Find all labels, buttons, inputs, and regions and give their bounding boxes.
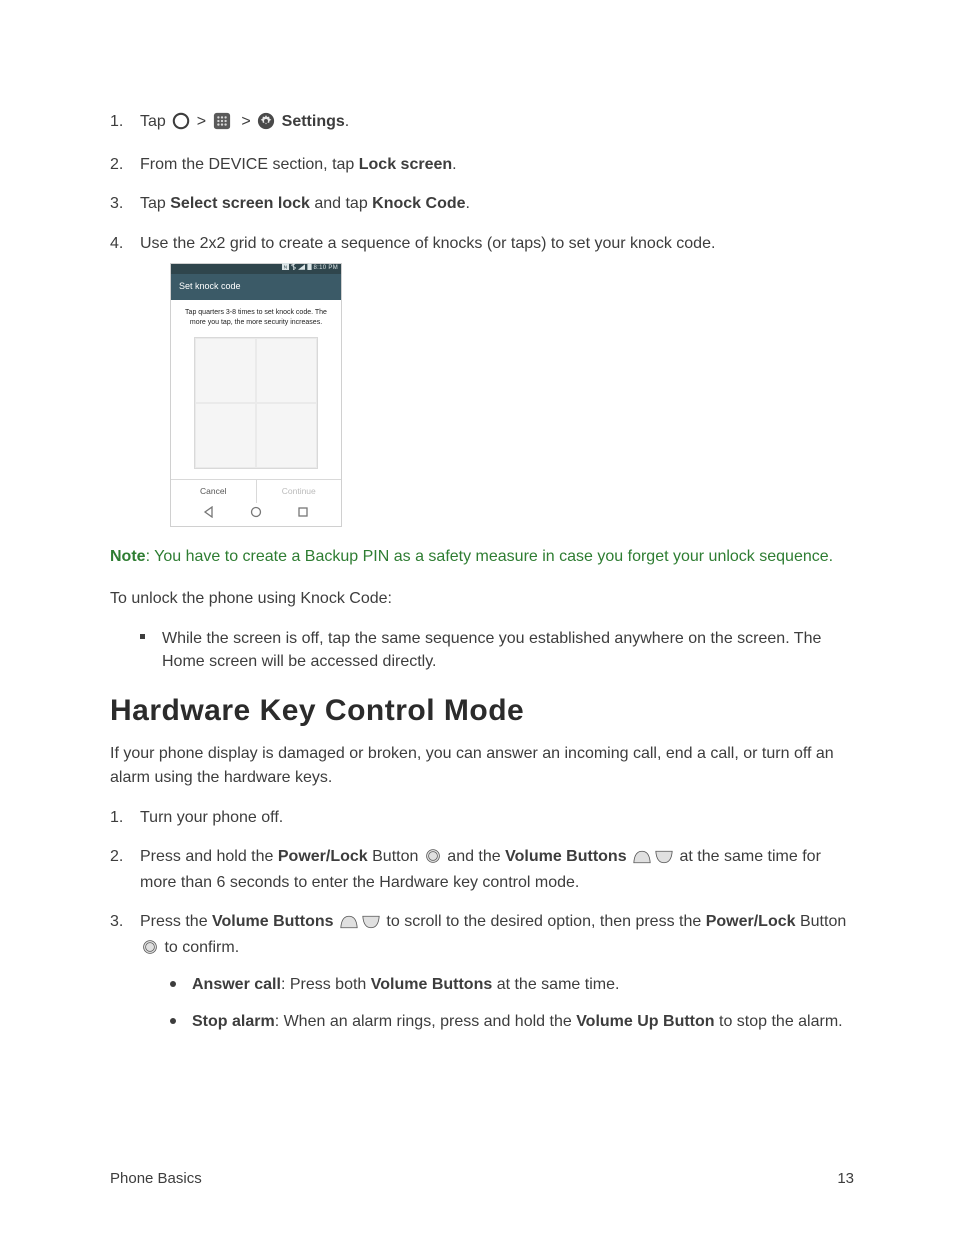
phone-instructions: Tap quarters 3-8 times to set knock code… (171, 300, 341, 334)
volume-down-icon (362, 913, 380, 936)
cancel-button-image: Cancel (171, 480, 257, 502)
lock-screen-label: Lock screen (359, 156, 452, 173)
step-1: Tap > > (110, 110, 854, 137)
step-3-mid: and tap (310, 195, 372, 212)
power-lock-label: Power/Lock (278, 848, 368, 865)
volume-down-icon (655, 848, 673, 871)
power-lock-label-2: Power/Lock (706, 913, 796, 930)
stop-alarm-label: Stop alarm (192, 1013, 275, 1030)
knock-grid-cell (256, 403, 317, 468)
volume-up-icon (340, 913, 358, 936)
unlock-intro: To unlock the phone using Knock Code: (110, 587, 854, 611)
phone-screenshot: N 8:10 PM Set knock code Tap quarters 3-… (170, 263, 342, 528)
stop-alarm-t2: to stop the alarm. (715, 1013, 843, 1030)
stop-alarm-t1: : When an alarm rings, press and hold th… (275, 1013, 577, 1030)
step-3-post: . (466, 195, 470, 212)
hw2-pre: Press and hold the (140, 848, 278, 865)
footer-page-number: 13 (837, 1170, 854, 1187)
volume-buttons-label: Volume Buttons (505, 848, 626, 865)
list-item: Answer call: Press both Volume Buttons a… (170, 973, 854, 996)
battery-icon (307, 263, 312, 274)
list-item: Stop alarm: When an alarm rings, press a… (170, 1010, 854, 1033)
knock-code-label: Knock Code (372, 195, 465, 212)
list-item: While the screen is off, tap the same se… (140, 627, 854, 673)
step-2-post: . (452, 156, 456, 173)
note-label: Note (110, 548, 146, 565)
step-4: Use the 2x2 grid to create a sequence of… (110, 232, 854, 528)
hw-step-2: Press and hold the Power/Lock Button and… (110, 845, 854, 894)
volume-up-button-label: Volume Up Button (576, 1013, 714, 1030)
unlock-bullet-list: While the screen is off, tap the same se… (110, 627, 854, 673)
phone-action-bar: Cancel Continue (171, 479, 341, 502)
step-1-text: Tap (140, 113, 166, 130)
step-2-pre: From the DEVICE section, tap (140, 156, 359, 173)
hw2-mid2: and the (443, 848, 505, 865)
footer-section: Phone Basics (110, 1170, 202, 1187)
hw-step-3-sublist: Answer call: Press both Volume Buttons a… (140, 973, 854, 1033)
phone-status-bar: N 8:10 PM (171, 264, 341, 274)
volume-up-icon (633, 848, 651, 871)
hw3-mid2: Button (796, 913, 847, 930)
recents-nav-icon (297, 506, 309, 522)
separator-1: > (197, 113, 206, 130)
hw-step-1-text: Turn your phone off. (140, 809, 283, 826)
answer-call-t2: at the same time. (492, 976, 619, 993)
settings-gear-icon (257, 112, 275, 137)
hardware-key-intro: If your phone display is damaged or brok… (110, 742, 854, 790)
settings-label: Settings (282, 113, 345, 130)
hw-step-3: Press the Volume Buttons to scroll to th… (110, 910, 854, 1033)
hw3-post: to confirm. (160, 939, 239, 956)
step-2: From the DEVICE section, tap Lock screen… (110, 153, 854, 176)
separator-2: > (241, 113, 250, 130)
document-page: Tap > > (0, 0, 954, 1235)
knock-grid-cell (195, 403, 256, 468)
step-3-pre: Tap (140, 195, 170, 212)
signal-icon (298, 264, 305, 274)
step-3: Tap Select screen lock and tap Knock Cod… (110, 192, 854, 215)
hw3-pre: Press the (140, 913, 212, 930)
select-screen-lock-label: Select screen lock (170, 195, 310, 212)
steps-list-knock-code: Tap > > (110, 110, 854, 527)
answer-call-label: Answer call (192, 976, 281, 993)
page-footer: Phone Basics 13 (110, 1170, 854, 1187)
answer-call-t1: : Press both (281, 976, 371, 993)
hw-step-1: Turn your phone off. (110, 806, 854, 829)
phone-title-bar: Set knock code (171, 274, 341, 300)
home-nav-icon (250, 506, 262, 522)
power-button-icon (142, 939, 158, 962)
knock-grid-cell (195, 338, 256, 403)
volume-buttons-label-2: Volume Buttons (212, 913, 333, 930)
knock-grid-cell (256, 338, 317, 403)
phone-nav-bar (171, 503, 341, 527)
hw2-mid1: Button (368, 848, 423, 865)
back-nav-icon (203, 506, 215, 522)
note-text: : You have to create a Backup PIN as a s… (146, 548, 834, 565)
apps-grid-icon (213, 112, 231, 137)
power-button-icon (425, 848, 441, 871)
steps-list-hardware-key: Turn your phone off. Press and hold the … (110, 806, 854, 1033)
unlock-bullet-text: While the screen is off, tap the same se… (162, 630, 821, 670)
knock-grid (194, 337, 318, 469)
note-paragraph: Note: You have to create a Backup PIN as… (110, 545, 854, 569)
nfc-icon: N (282, 263, 289, 274)
step-4-text: Use the 2x2 grid to create a sequence of… (140, 235, 715, 252)
step-1-end: . (345, 113, 349, 130)
hardware-key-heading: Hardware Key Control Mode (110, 694, 854, 728)
bluetooth-icon (291, 263, 296, 274)
continue-button-image: Continue (257, 480, 342, 502)
status-time: 8:10 PM (314, 264, 338, 273)
svg-text:N: N (283, 265, 287, 270)
home-circle-icon (172, 112, 190, 137)
hw3-mid1: to scroll to the desired option, then pr… (382, 913, 706, 930)
volume-buttons-label-3: Volume Buttons (371, 976, 492, 993)
